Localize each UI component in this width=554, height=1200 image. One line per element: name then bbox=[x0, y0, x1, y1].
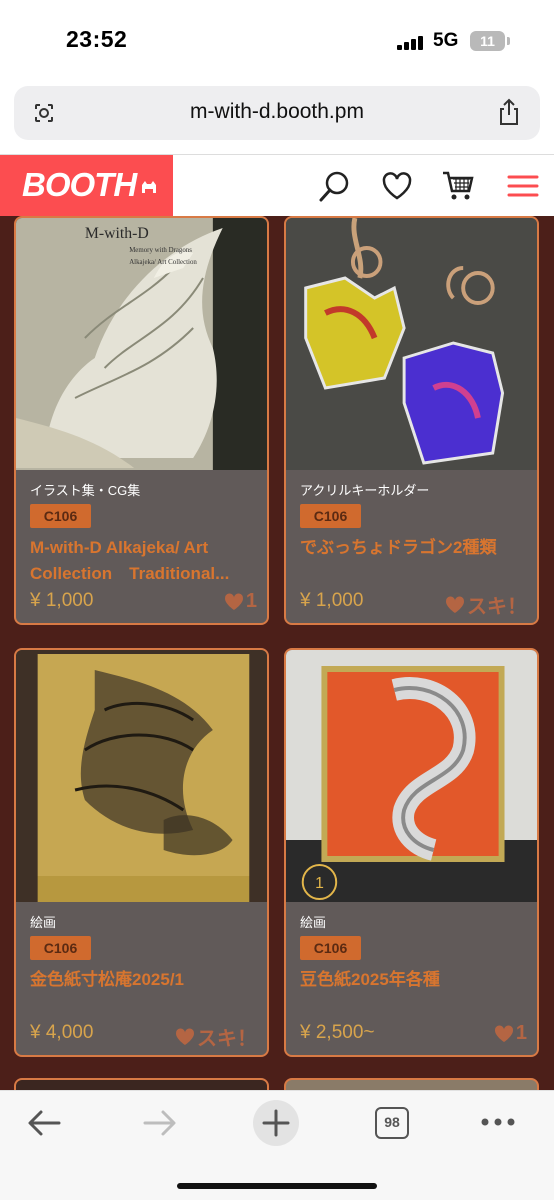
product-title[interactable]: 豆色紙2025年各種 bbox=[300, 967, 530, 993]
heart-icon[interactable] bbox=[380, 169, 414, 203]
product-title[interactable]: M-with-D Alkajeka/ Art Collection Tradit… bbox=[30, 535, 260, 587]
booth-logo[interactable]: BOOTH bbox=[0, 155, 173, 217]
logo-text: BOOTH bbox=[22, 166, 137, 203]
image-caption-subtitle: Memory with Dragons bbox=[129, 246, 192, 254]
product-price: ¥ 4,000 bbox=[30, 1022, 94, 1043]
product-card[interactable] bbox=[14, 1078, 269, 1090]
product-card[interactable]: 絵画 C106 金色紙寸松庵2025/1 ¥ 4,000 スキ！ bbox=[14, 648, 269, 1057]
site-header: BOOTH bbox=[0, 154, 554, 217]
product-image[interactable] bbox=[16, 650, 267, 902]
like-button[interactable]: 1 bbox=[224, 590, 257, 613]
event-badge: C106 bbox=[300, 504, 361, 528]
like-count: 1 bbox=[515, 1022, 527, 1044]
menu-icon[interactable] bbox=[506, 169, 540, 203]
product-price: ¥ 1,000 bbox=[30, 590, 94, 611]
product-card[interactable]: 1 絵画 C106 豆色紙2025年各種 ¥ 2,500~ 1 bbox=[284, 648, 539, 1057]
image-overlay-number: 1 bbox=[315, 875, 324, 892]
like-label: スキ！ bbox=[197, 1028, 257, 1050]
product-card[interactable] bbox=[284, 1078, 539, 1090]
product-image[interactable]: M-with-D Memory with Dragons Alkajeka/ A… bbox=[16, 218, 267, 470]
product-image[interactable]: 1 bbox=[286, 650, 537, 902]
event-badge: C106 bbox=[30, 936, 91, 960]
product-price: ¥ 2,500~ bbox=[300, 1022, 375, 1043]
status-bar: 23:52 5G 11 bbox=[0, 0, 554, 82]
product-title[interactable]: でぶっちょドラゴン2種類 bbox=[300, 535, 530, 561]
product-category: アクリルキーホルダー bbox=[300, 483, 430, 498]
share-icon[interactable] bbox=[496, 98, 522, 126]
product-category: 絵画 bbox=[300, 915, 327, 930]
like-button[interactable]: スキ！ bbox=[445, 590, 527, 619]
address-bar[interactable]: m-with-d.booth.pm bbox=[14, 86, 540, 140]
signal-strength-icon bbox=[397, 36, 425, 50]
new-tab-icon[interactable] bbox=[252, 1099, 300, 1147]
heart-filled-icon bbox=[445, 595, 465, 613]
cart-icon[interactable] bbox=[441, 169, 475, 203]
battery-tip bbox=[507, 37, 510, 45]
event-badge: C106 bbox=[30, 504, 91, 528]
product-category: イラスト集・CG集 bbox=[30, 483, 141, 498]
back-arrow-icon[interactable] bbox=[26, 1107, 62, 1139]
search-icon[interactable] bbox=[318, 169, 352, 203]
product-card[interactable]: M-with-D Memory with Dragons Alkajeka/ A… bbox=[14, 216, 269, 625]
product-category: 絵画 bbox=[30, 915, 57, 930]
image-caption-collection: Alkajeka/ Art Collection bbox=[129, 258, 197, 266]
more-options-icon[interactable] bbox=[480, 1117, 516, 1127]
heart-filled-icon bbox=[175, 1027, 195, 1045]
product-image[interactable] bbox=[286, 218, 537, 470]
tabs-button[interactable]: 98 bbox=[375, 1107, 409, 1139]
product-title[interactable]: 金色紙寸松庵2025/1 bbox=[30, 967, 260, 993]
like-button[interactable]: 1 bbox=[494, 1022, 527, 1045]
network-type: 5G bbox=[433, 30, 459, 51]
event-badge: C106 bbox=[300, 936, 361, 960]
like-button[interactable]: スキ！ bbox=[175, 1022, 257, 1051]
heart-filled-icon bbox=[224, 592, 243, 610]
image-caption-title: M-with-D bbox=[85, 225, 149, 242]
booth-mascot-icon bbox=[142, 181, 156, 193]
battery-icon: 11 bbox=[470, 31, 505, 51]
status-time: 23:52 bbox=[66, 26, 128, 52]
forward-arrow-icon[interactable] bbox=[142, 1107, 178, 1139]
product-price: ¥ 1,000 bbox=[300, 590, 364, 611]
home-indicator bbox=[177, 1183, 377, 1189]
like-label: スキ！ bbox=[467, 596, 527, 618]
url-text[interactable]: m-with-d.booth.pm bbox=[14, 100, 540, 124]
heart-filled-icon bbox=[494, 1024, 513, 1042]
like-count: 1 bbox=[245, 590, 257, 612]
product-card[interactable]: アクリルキーホルダー C106 でぶっちょドラゴン2種類 ¥ 1,000 スキ！ bbox=[284, 216, 539, 625]
product-grid: M-with-D Memory with Dragons Alkajeka/ A… bbox=[0, 216, 554, 1090]
